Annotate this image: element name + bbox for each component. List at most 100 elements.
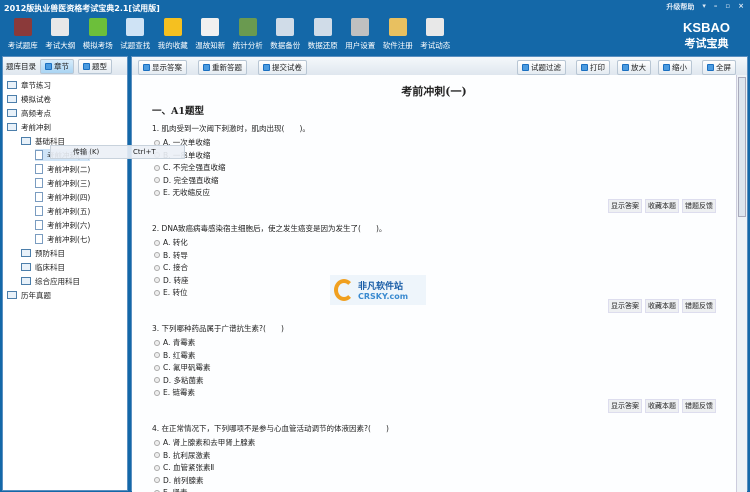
tree-item[interactable]: 临床科目 [21,261,65,273]
answer-option[interactable]: C. 氟甲矾霉素 [154,362,211,373]
radio-button[interactable] [154,452,160,458]
tree-item[interactable]: 考前冲刺(二) [35,163,90,175]
question-text: 3. 下列哪种药品属于广谱抗生素?( ) [152,323,284,334]
tree-item[interactable]: 高频考点 [7,107,51,119]
toolbar-button[interactable]: 温故知新 [192,15,230,55]
toolbar-button[interactable]: 考试题库 [4,15,42,55]
answer-option[interactable]: D. 多粘菌素 [154,375,204,386]
radio-button[interactable] [154,365,160,371]
favorite-link[interactable]: 收藏本题 [645,199,679,213]
radio-button[interactable] [154,252,160,258]
answer-option[interactable]: B. 转导 [154,250,188,261]
tree-item[interactable]: 考前冲刺 [7,121,51,133]
toolbar-button[interactable]: 模拟考场 [79,15,117,55]
paper-title: 考前冲刺(一) [132,83,736,99]
answer-option[interactable]: C. 血管紧张素Ⅱ [154,462,214,473]
radio-button[interactable] [154,465,160,471]
radio-button[interactable] [154,277,160,283]
favorite-link[interactable]: 收藏本题 [645,399,679,413]
answer-option[interactable]: E. 链霉素 [154,387,195,398]
tree-item[interactable]: 模拟试卷 [7,93,51,105]
toolbar-button[interactable]: 考试大纲 [42,15,80,55]
submit-button[interactable]: 提交试卷 [258,60,307,75]
toolbar-button[interactable]: 我的收藏 [154,15,192,55]
window-title: 2012版执业兽医资格考试宝典2.1[试用版] [4,4,160,13]
question-actions: 显示答案收藏本题错题反馈 [608,299,716,313]
radio-button[interactable] [154,440,160,446]
toolbar-button[interactable]: 软件注册 [379,15,417,55]
toolbar-button[interactable]: 考试动态 [417,15,455,55]
vertical-scrollbar[interactable] [736,75,747,492]
radio-button[interactable] [154,165,160,171]
answer-option[interactable]: B. 红霉素 [154,350,195,361]
radio-button[interactable] [154,265,160,271]
folder-icon [21,263,31,271]
restore-button[interactable]: ▫ [725,2,730,12]
title-bar: 2012版执业兽医资格考试宝典2.1[试用版] 升级帮助 ▾ – ▫ × [0,0,750,14]
tab-chapter[interactable]: 章节 [40,59,74,74]
answer-option[interactable]: C. 不完全强直收缩 [154,162,226,173]
report-error-link[interactable]: 错题反馈 [682,199,716,213]
scrollbar-thumb[interactable] [738,77,746,217]
redo-button[interactable]: 重新答题 [198,60,247,75]
toolbar-label: 数据还原 [308,40,338,51]
filter-button[interactable]: 试题过滤 [517,60,566,75]
answer-option[interactable]: D. 转座 [154,275,189,286]
toolbar-button[interactable]: 数据还原 [304,15,342,55]
tree-item[interactable]: 考前冲刺(四) [35,191,90,203]
fullscreen-button[interactable]: 全屏 [702,60,736,75]
zoom-in-icon [622,64,629,71]
report-error-link[interactable]: 错题反馈 [682,399,716,413]
radio-button[interactable] [154,352,160,358]
tree-item-label: 高频考点 [21,108,51,119]
favorite-link[interactable]: 收藏本题 [645,299,679,313]
answer-option[interactable]: B. 抗利尿激素 [154,450,210,461]
radio-button[interactable] [154,340,160,346]
tree-item[interactable]: 综合应用科目 [21,275,80,287]
tree-item[interactable]: 历年真题 [7,289,51,301]
label: 显示答案 [152,62,182,73]
tree-item[interactable]: 考前冲刺(五) [35,205,90,217]
tree-item[interactable]: 考前冲刺(六) [35,219,90,231]
print-button[interactable]: 打印 [576,60,610,75]
radio-button[interactable] [154,177,160,183]
toolbar-button[interactable]: 数据备份 [267,15,305,55]
answer-option[interactable]: E. 肾素 [154,487,188,492]
radio-button[interactable] [154,377,160,383]
show-answer-link[interactable]: 显示答案 [608,199,642,213]
minimize-button[interactable]: – [714,2,718,12]
tab-type[interactable]: 题型 [78,59,112,74]
answer-option[interactable]: A. 肾上腺素和去甲肾上腺素 [154,437,255,448]
tree-item[interactable]: 章节练习 [7,79,51,91]
tree-item[interactable]: 考前冲刺(七) [35,233,90,245]
tree-item-label: 考前冲刺 [21,122,51,133]
context-menu-item[interactable]: 传输 (K)Ctrl+T [50,145,185,159]
toolbar-button[interactable]: 统计分析 [229,15,267,55]
radio-button[interactable] [154,190,160,196]
radio-button[interactable] [154,390,160,396]
radio-button[interactable] [154,240,160,246]
toolbar-button[interactable]: 用户设置 [342,15,380,55]
tree-item[interactable]: 预防科目 [21,247,65,259]
answer-option[interactable]: E. 无收缩反应 [154,187,210,198]
show-answer-button[interactable]: 显示答案 [138,60,187,75]
show-answer-link[interactable]: 显示答案 [608,399,642,413]
zoom-in-button[interactable]: 放大 [617,60,651,75]
answer-option[interactable]: A. 青霉素 [154,337,195,348]
tree-item-label: 综合应用科目 [35,276,80,287]
answer-option[interactable]: A. 转化 [154,237,188,248]
zoom-out-button[interactable]: 缩小 [658,60,692,75]
answer-option[interactable]: E. 转位 [154,287,188,298]
close-button[interactable]: × [738,2,744,12]
help-menu[interactable]: 升级帮助 [666,2,694,12]
tree-item[interactable]: 考前冲刺(三) [35,177,90,189]
report-error-link[interactable]: 错题反馈 [682,299,716,313]
radio-button[interactable] [154,290,160,296]
radio-button[interactable] [154,477,160,483]
answer-option[interactable]: C. 接合 [154,262,188,273]
answer-option[interactable]: D. 完全强直收缩 [154,175,219,186]
toolbar-button[interactable]: 试题查找 [117,15,155,55]
dropdown-icon[interactable]: ▾ [702,2,706,12]
answer-option[interactable]: D. 前列腺素 [154,475,204,486]
show-answer-link[interactable]: 显示答案 [608,299,642,313]
